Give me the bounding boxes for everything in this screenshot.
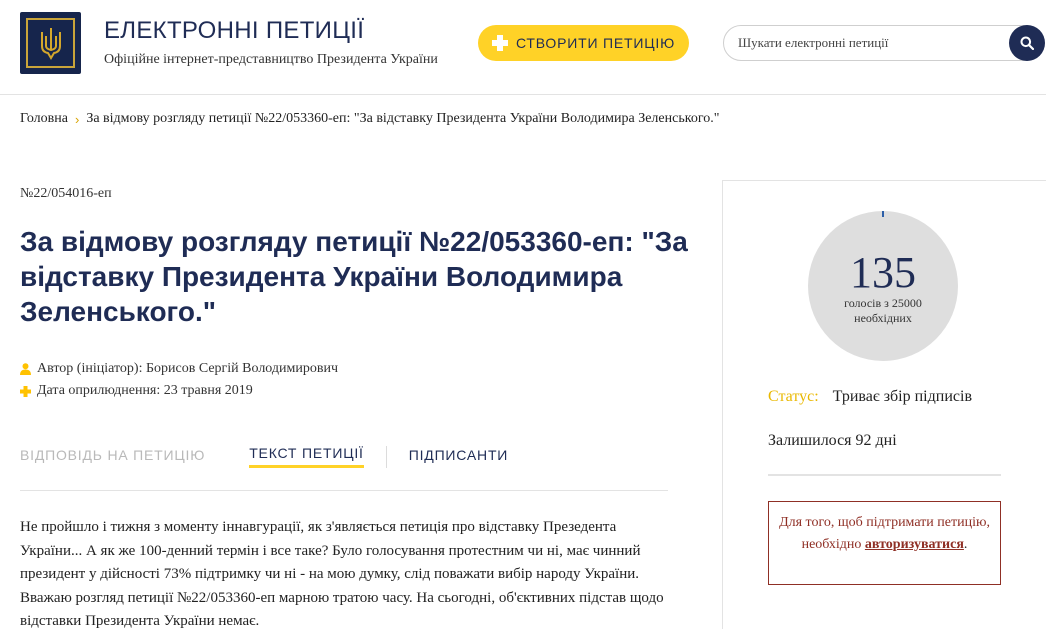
tab-divider [385, 445, 387, 468]
site-header: ЕЛЕКТРОННІ ПЕТИЦІЇ Офіційне інтернет-пре… [0, 0, 1046, 95]
petition-sidebar: 135 голосів з 25000 необхідних Статус: Т… [722, 180, 1046, 629]
search-box [723, 25, 1045, 61]
days-remaining: Залишилося 92 дні [768, 432, 897, 449]
tabs-divider [20, 490, 668, 491]
tab-answer[interactable]: ВІДПОВІДЬ НА ПЕТИЦІЮ [20, 447, 205, 467]
sidebar-divider [768, 474, 1001, 476]
search-button[interactable] [1009, 25, 1045, 61]
petition-author: Автор (ініціатор): Борисов Сергій Володи… [20, 361, 338, 377]
breadcrumb-home[interactable]: Головна [20, 111, 68, 127]
user-icon [20, 363, 31, 375]
trident-icon [40, 28, 61, 60]
tab-petition-text[interactable]: ТЕКСТ ПЕТИЦІЇ [249, 445, 364, 468]
auth-notice: Для того, щоб підтримати петицію, необхі… [768, 501, 1001, 585]
breadcrumb: Головна › За відмову розгляду петиції №2… [20, 111, 719, 127]
author-text: Автор (ініціатор): Борисов Сергій Володи… [37, 361, 339, 376]
logo-frame [26, 18, 75, 68]
login-link[interactable]: авторизуватися [865, 537, 964, 552]
search-input[interactable] [738, 26, 1008, 60]
breadcrumb-current: За відмову розгляду петиції №22/053360-е… [86, 111, 720, 126]
create-petition-label: СТВОРИТИ ПЕТИЦІЮ [515, 35, 676, 51]
search-icon [1020, 36, 1034, 50]
create-petition-button[interactable]: СТВОРИТИ ПЕТИЦІЮ [478, 25, 689, 61]
status-label: Статус: [768, 388, 819, 405]
petition-number: №22/054016-еп [20, 186, 112, 201]
petition-date: Дата оприлюднення: 23 травня 2019 [20, 383, 253, 399]
votes-label: голосів з 25000 необхідних [844, 296, 922, 325]
petition-title: За відмову розгляду петиції №22/053360-е… [20, 226, 688, 327]
petition-body: Не пройшло і тижня з моменту іннавгураці… [20, 519, 664, 629]
plus-icon [20, 385, 31, 397]
petition-tabs: ВІДПОВІДЬ НА ПЕТИЦІЮ ТЕКСТ ПЕТИЦІЇ ПІДПИ… [20, 445, 508, 468]
site-title[interactable]: ЕЛЕКТРОННІ ПЕТИЦІЇ [104, 17, 364, 45]
auth-notice-period: . [963, 537, 968, 552]
plus-icon [491, 35, 508, 51]
site-subtitle: Офіційне інтернет-представництво Президе… [104, 52, 438, 67]
petition-status: Статус: Триває збір підписів [768, 388, 972, 406]
trident-logo[interactable] [20, 12, 81, 74]
chevron-right-icon: › [74, 111, 80, 127]
votes-counter: 135 голосів з 25000 необхідних [808, 211, 958, 361]
status-value: Триває збір підписів [832, 388, 972, 405]
date-text: Дата оприлюднення: 23 травня 2019 [37, 383, 253, 398]
votes-count: 135 [850, 248, 916, 297]
tab-signers[interactable]: ПІДПИСАНТИ [409, 447, 508, 467]
votes-progress-mark [882, 211, 884, 217]
